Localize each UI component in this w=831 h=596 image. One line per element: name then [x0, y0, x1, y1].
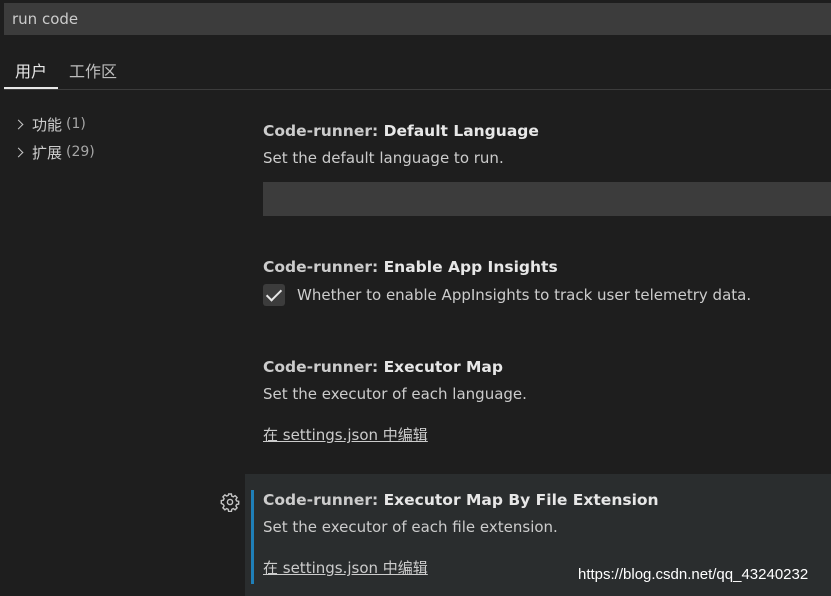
app-insights-checkbox-row: Whether to enable AppInsights to track u…: [263, 283, 751, 307]
setting-enable-app-insights: Code-runner: Enable App Insights: [263, 258, 831, 276]
edit-in-settings-json-link[interactable]: 在 settings.json 中编辑: [263, 424, 428, 445]
tab-workspace[interactable]: 工作区: [69, 58, 117, 82]
setting-description: Set the default language to run.: [263, 149, 504, 167]
setting-description: Set the executor of each language.: [263, 385, 527, 403]
toc-item-label: 功能: [32, 115, 63, 134]
settings-scope-tabs: 用户 工作区: [4, 50, 831, 90]
setting-name: Enable App Insights: [383, 258, 558, 276]
toc-item-extensions[interactable]: 扩展 (29): [13, 140, 95, 164]
app-insights-checkbox[interactable]: [263, 284, 285, 306]
setting-category: Code-runner:: [263, 258, 384, 276]
setting-title: Code-runner: Executor Map By File Extens…: [263, 491, 831, 509]
setting-description: Set the executor of each file extension.: [263, 518, 558, 536]
chevron-right-icon: [13, 119, 24, 129]
tab-user[interactable]: 用户: [15, 58, 47, 82]
toc-item-count: (1): [66, 116, 86, 132]
settings-editor: 用户 工作区 功能 (1) 扩展 (29) Code-runner: Defau…: [0, 0, 831, 596]
setting-category: Code-runner:: [263, 358, 384, 376]
checkbox-label: Whether to enable AppInsights to track u…: [297, 286, 752, 304]
setting-executor-map-by-file-extension: Code-runner: Executor Map By File Extens…: [263, 491, 831, 536]
setting-category: Code-runner:: [263, 122, 384, 140]
toc-item-features[interactable]: 功能 (1): [13, 112, 86, 136]
setting-default-language: Code-runner: Default Language Set the de…: [263, 122, 831, 167]
chevron-right-icon: [13, 147, 24, 157]
setting-executor-map: Code-runner: Executor Map Set the execut…: [263, 358, 831, 403]
toc-item-count: (29): [66, 144, 95, 160]
focus-indicator: [251, 490, 254, 584]
setting-category: Code-runner:: [263, 491, 384, 509]
setting-name: Executor Map: [383, 358, 503, 376]
default-language-input[interactable]: [263, 182, 831, 216]
active-tab-indicator: [4, 87, 58, 89]
setting-name: Executor Map By File Extension: [383, 491, 659, 509]
settings-search-input[interactable]: [4, 3, 831, 35]
edit-in-settings-json-link[interactable]: 在 settings.json 中编辑: [263, 557, 428, 578]
watermark-text: https://blog.csdn.net/qq_43240232: [578, 566, 809, 583]
setting-title: Code-runner: Executor Map: [263, 358, 831, 376]
setting-title: Code-runner: Default Language: [263, 122, 831, 140]
setting-title: Code-runner: Enable App Insights: [263, 258, 831, 276]
gear-icon[interactable]: [220, 492, 240, 512]
setting-name: Default Language: [383, 122, 539, 140]
toc-item-label: 扩展: [32, 143, 63, 162]
